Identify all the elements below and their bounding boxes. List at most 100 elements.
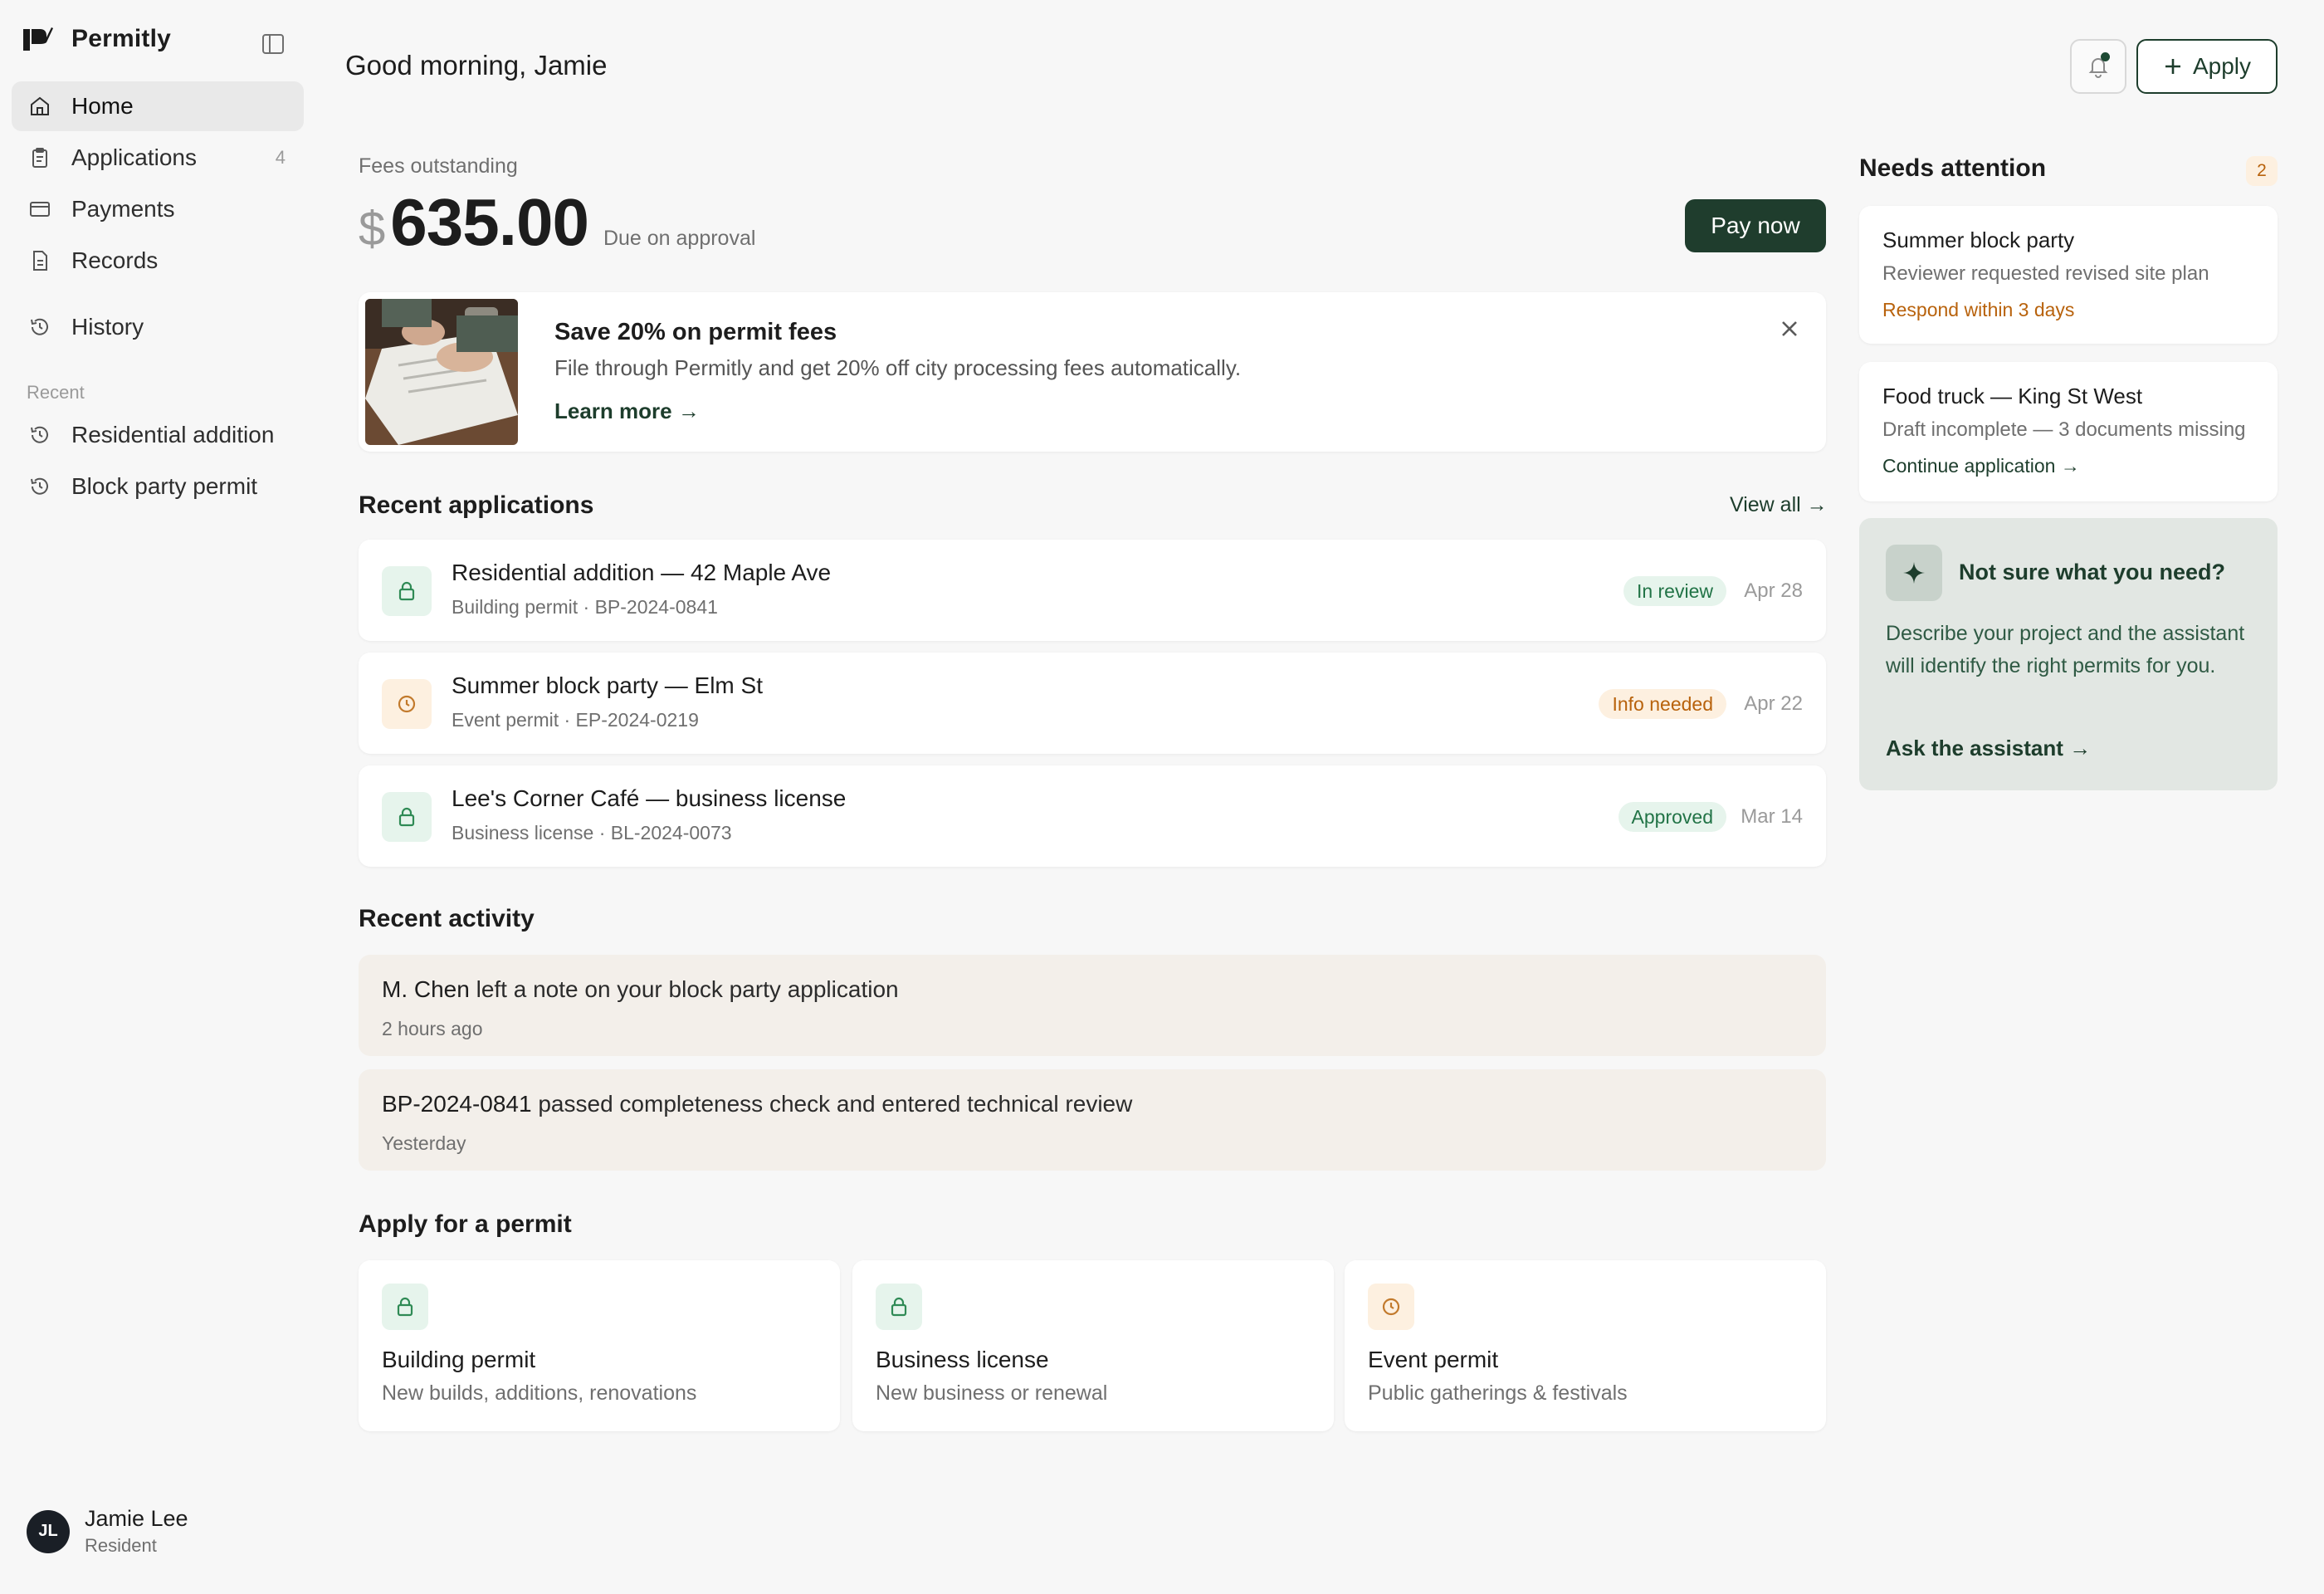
promo-title: Save 20% on permit fees: [554, 319, 837, 345]
application-title: Lee's Corner Café — business license: [452, 785, 847, 811]
lock-icon: [876, 1284, 922, 1330]
currency-symbol: $: [359, 202, 386, 256]
apply-permit-heading: Apply for a permit: [359, 1210, 572, 1238]
attention-card[interactable]: Food truck — King St West Draft incomple…: [1859, 362, 2278, 501]
status-badge: Info needed: [1599, 689, 1726, 719]
attention-subtitle: Draft incomplete — 3 documents missing: [1882, 418, 2246, 441]
promo-image: [365, 299, 518, 445]
activity-text: M. Chen left a note on your block party …: [382, 976, 899, 1003]
recent-item-block-party-permit[interactable]: Block party permit: [12, 462, 304, 511]
apply-button[interactable]: Apply: [2136, 39, 2278, 94]
permit-card-subtitle: New builds, additions, renovations: [382, 1381, 697, 1405]
status-badge: Approved: [1618, 802, 1726, 832]
document-icon: [28, 249, 51, 272]
permit-card-subtitle: Public gatherings & festivals: [1368, 1381, 1628, 1405]
permit-card-title: Event permit: [1368, 1347, 1499, 1372]
nav-item-payments[interactable]: Payments: [12, 184, 304, 234]
user-info: Jamie Lee Resident: [85, 1506, 188, 1557]
activity-message: passed completeness check and entered te…: [531, 1091, 1133, 1117]
nav-label: Home: [71, 93, 134, 119]
clock-icon: [1368, 1284, 1414, 1330]
application-date: Apr 28: [1744, 579, 1803, 602]
application-date: Apr 22: [1744, 692, 1803, 715]
recent-heading: Recent: [27, 382, 85, 403]
assistant-text: Describe your project and the assistant …: [1886, 622, 2245, 677]
recent-activity-heading: Recent activity: [359, 905, 535, 932]
view-all-link[interactable]: View all →: [1730, 493, 1828, 517]
app-name: Permitly: [71, 25, 171, 52]
nav-label: History: [71, 314, 144, 340]
status-badge: In review: [1623, 576, 1726, 606]
notification-dot: [2101, 52, 2110, 61]
history-icon: [28, 475, 51, 498]
page-greeting: Good morning, Jamie: [345, 50, 608, 81]
activity-text: BP-2024-0841 passed completeness check a…: [382, 1091, 1132, 1117]
permit-card-building[interactable]: Building permit New builds, additions, r…: [359, 1260, 840, 1431]
permit-card-business[interactable]: Business license New business or renewal: [852, 1260, 1334, 1431]
application-row[interactable]: Summer block party — Elm St Event permit…: [359, 653, 1826, 754]
applications-count: 4: [275, 147, 286, 168]
application-date: Mar 14: [1741, 805, 1803, 828]
attention-cta[interactable]: Respond within 3 days: [1882, 299, 2074, 321]
activity-actor: M. Chen: [382, 976, 470, 1002]
nav-label: Applications: [71, 144, 197, 170]
activity-time: 2 hours ago: [382, 1018, 483, 1039]
user-profile[interactable]: JL Jamie Lee Resident: [27, 1506, 188, 1557]
sidebar: Permitly Home Applications 4 Payments Re…: [0, 0, 315, 1594]
nav-label: Records: [71, 247, 159, 273]
attention-title: Food truck — King St West: [1882, 384, 2143, 408]
attention-title: Summer block party: [1882, 227, 2075, 252]
history-icon: [28, 423, 51, 447]
nav-label: Payments: [71, 196, 175, 222]
avatar: JL: [27, 1509, 70, 1553]
clipboard-icon: [28, 146, 51, 169]
user-name: Jamie Lee: [85, 1506, 188, 1531]
needs-attention-heading: Needs attention: [1859, 154, 2047, 182]
attention-subtitle: Reviewer requested revised site plan: [1882, 262, 2209, 285]
main-nav: Home Applications 4 Payments Records His…: [12, 81, 304, 354]
permit-card-subtitle: New business or renewal: [876, 1381, 1108, 1405]
promo-text: File through Permitly and get 20% off ci…: [554, 355, 1242, 380]
recent-applications-heading: Recent applications: [359, 491, 594, 519]
recent-label: Residential addition: [71, 422, 275, 447]
sidebar-toggle-icon[interactable]: [261, 32, 286, 56]
recent-list: Residential addition Block party permit: [12, 410, 304, 513]
application-row[interactable]: Residential addition — 42 Maple Ave Buil…: [359, 540, 1826, 641]
notifications-button[interactable]: [2070, 39, 2126, 94]
activity-item: BP-2024-0841 passed completeness check a…: [359, 1069, 1826, 1171]
lock-icon: [382, 566, 432, 616]
brand[interactable]: Permitly: [22, 25, 171, 53]
permit-card-event[interactable]: Event permit Public gatherings & festiva…: [1345, 1260, 1826, 1431]
nav-item-home[interactable]: Home: [12, 81, 304, 131]
nav-item-applications[interactable]: Applications 4: [12, 133, 304, 183]
ask-assistant-link[interactable]: Ask the assistant →: [1886, 736, 2091, 761]
activity-actor: BP-2024-0841: [382, 1091, 532, 1117]
application-title: Summer block party — Elm St: [452, 672, 763, 698]
attention-cta[interactable]: Continue application →: [1882, 455, 2080, 477]
nav-item-records[interactable]: Records: [12, 236, 304, 286]
recent-item-residential-addition[interactable]: Residential addition: [12, 410, 304, 460]
application-row[interactable]: Lee's Corner Café — business license Bus…: [359, 765, 1826, 867]
promo-banner: Save 20% on permit fees File through Per…: [359, 292, 1826, 452]
close-icon[interactable]: [1776, 315, 1803, 342]
assistant-card: Not sure what you need? Describe your pr…: [1859, 518, 2278, 790]
fees-note: Due on approval: [603, 227, 756, 250]
permitly-logo-icon: [22, 26, 53, 52]
fees-amount: 635.00: [390, 185, 589, 259]
fees-amount-row: $ 635.00 Due on approval: [359, 184, 755, 261]
lock-icon: [382, 1284, 428, 1330]
attention-card[interactable]: Summer block party Reviewer requested re…: [1859, 206, 2278, 344]
attention-count-badge: 2: [2246, 156, 2278, 186]
card-icon: [28, 198, 51, 221]
assistant-title: Not sure what you need?: [1959, 560, 2226, 584]
fees-label: Fees outstanding: [359, 154, 518, 178]
sparkle-icon: [1886, 545, 1942, 601]
activity-time: Yesterday: [382, 1132, 466, 1154]
user-role: Resident: [85, 1535, 157, 1556]
apply-label: Apply: [2192, 53, 2252, 79]
learn-more-link[interactable]: Learn more →: [554, 398, 700, 424]
pay-now-button[interactable]: Pay now: [1685, 199, 1826, 252]
nav-item-history[interactable]: History: [12, 302, 304, 352]
application-subtitle: Business license · BL-2024-0073: [452, 822, 732, 843]
